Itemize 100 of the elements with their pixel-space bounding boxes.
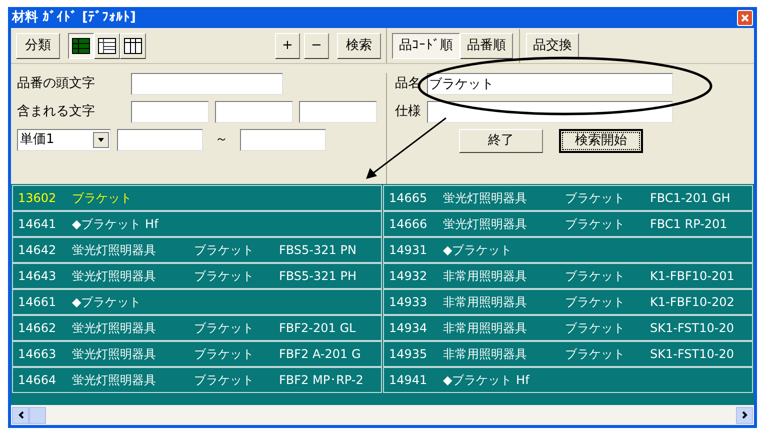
item-text: ブラケット <box>565 268 626 285</box>
sort-button[interactable]: 品番順 <box>460 32 513 58</box>
grid-icon <box>72 38 90 54</box>
item-text: ◆ブラケット <box>443 242 514 259</box>
input-field[interactable] <box>117 129 203 151</box>
item-text: ブラケット <box>565 294 626 311</box>
item-text: ブラケット <box>194 346 255 363</box>
close-icon <box>741 14 749 22</box>
item-text: SK1-FST10-20 <box>650 346 734 363</box>
input-field[interactable] <box>240 129 326 151</box>
item-text: FBF2 A-201 G <box>279 346 361 363</box>
item-text: FBF2 MP･RP-2 <box>279 372 364 389</box>
start-search-button[interactable]: 検索開始 <box>559 129 643 153</box>
item-text: 非常用照明器具 <box>443 320 528 337</box>
result-row[interactable]: 14934 非常用照明器具 ブラケット SK1-FST10-20 <box>383 315 753 341</box>
price-select[interactable]: 単価1 <box>17 129 111 151</box>
horizontal-scrollbar[interactable] <box>11 405 754 425</box>
dropdown-icon <box>93 132 109 148</box>
item-code: 14663 <box>18 346 58 363</box>
result-row[interactable]: 14666 蛍光灯照明器具 ブラケット FBC1 RP-201 <box>383 211 753 237</box>
item-text: FBC1-201 GH <box>650 190 730 207</box>
item-code: 14941 <box>389 372 428 389</box>
search-button[interactable]: 検索 <box>337 32 381 58</box>
input-field[interactable] <box>299 101 377 123</box>
item-code: 14935 <box>389 346 428 363</box>
close-button[interactable] <box>737 10 753 26</box>
result-row[interactable]: 14661 ◆ブラケット <box>12 289 382 315</box>
item-text: 蛍光灯照明器具 <box>443 190 528 207</box>
view-button[interactable] <box>68 32 94 58</box>
item-text: FBC1 RP-201 <box>650 216 728 233</box>
window-title: 材料 ｶﾞｲﾄﾞ [ﾃﾞﾌｫﾙﾄ] <box>12 8 136 27</box>
item-text: 蛍光灯照明器具 <box>72 346 157 363</box>
item-text: ブラケット <box>565 346 626 363</box>
item-code: 14933 <box>389 294 428 311</box>
item-code: 14643 <box>18 268 58 285</box>
item-text: ブラケット <box>565 216 626 233</box>
classify-button[interactable]: 分類 <box>16 32 60 58</box>
input-field[interactable] <box>131 73 283 95</box>
item-text: ブラケット <box>194 372 255 389</box>
item-code: 14664 <box>18 372 58 389</box>
result-row[interactable]: 14935 非常用照明器具 ブラケット SK1-FST10-20 <box>383 341 753 367</box>
columns-icon <box>124 38 142 54</box>
field-label: 仕様 <box>395 103 422 122</box>
result-row[interactable]: 13602 ブラケット <box>12 185 382 211</box>
exit-button[interactable]: 終了 <box>459 129 543 153</box>
item-text: K1-FBF10-201 <box>650 268 734 285</box>
item-code: 14666 <box>389 216 428 233</box>
result-row[interactable]: 14641 ◆ブラケット Hf <box>12 211 382 237</box>
result-row[interactable]: 14933 非常用照明器具 ブラケット K1-FBF10-202 <box>383 289 753 315</box>
item-text: ◆ブラケット Hf <box>72 216 160 233</box>
item-text: K1-FBF10-202 <box>650 294 734 311</box>
item-text: ブラケット <box>565 190 626 207</box>
result-row[interactable]: 14665 蛍光灯照明器具 ブラケット FBC1-201 GH <box>383 185 753 211</box>
minus-button[interactable]: − <box>304 32 329 58</box>
result-row[interactable]: 14663 蛍光灯照明器具 ブラケット FBF2 A-201 G <box>12 341 382 367</box>
sort-button[interactable]: 品ｺｰﾄﾞ順 <box>392 32 460 58</box>
item-code: 14665 <box>389 190 428 207</box>
result-row[interactable]: 14643 蛍光灯照明器具 ブラケット FBS5-321 PH <box>12 263 382 289</box>
result-row[interactable]: 14662 蛍光灯照明器具 ブラケット FBF2-201 GL <box>12 315 382 341</box>
item-text: 蛍光灯照明器具 <box>72 372 157 389</box>
item-text: ブラケット <box>565 320 626 337</box>
field-label: 含まれる文字 <box>17 103 96 122</box>
item-code: 13602 <box>18 190 58 207</box>
item-text: FBS5-321 PH <box>279 268 356 285</box>
result-row[interactable]: 14931 ◆ブラケット <box>383 237 753 263</box>
item-text: 蛍光灯照明器具 <box>72 268 157 285</box>
result-row[interactable]: 14664 蛍光灯照明器具 ブラケット FBF2 MP･RP-2 <box>12 367 382 393</box>
item-text: 非常用照明器具 <box>443 294 528 311</box>
range-separator: ～ <box>214 131 229 150</box>
list-icon <box>98 38 116 54</box>
name-field[interactable]: ブラケット <box>427 73 673 95</box>
item-text: ◆ブラケット <box>72 294 142 311</box>
input-field[interactable] <box>215 101 293 123</box>
item-text: 蛍光灯照明器具 <box>72 242 157 259</box>
scroll-right-button[interactable] <box>736 406 753 424</box>
item-code: 14932 <box>389 268 428 285</box>
item-text: ブラケット <box>194 242 255 259</box>
scroll-thumb[interactable] <box>29 406 46 424</box>
item-text: ブラケット <box>72 190 133 207</box>
item-text: 非常用照明器具 <box>443 268 528 285</box>
item-code: 14931 <box>389 242 428 259</box>
result-row[interactable]: 14932 非常用照明器具 ブラケット K1-FBF10-201 <box>383 263 753 289</box>
item-text: FBS5-321 PN <box>279 242 356 259</box>
result-row[interactable]: 14642 蛍光灯照明器具 ブラケット FBS5-321 PN <box>12 237 382 263</box>
field-label: 品番の頭文字 <box>17 75 96 94</box>
item-text: ◆ブラケット Hf <box>443 372 531 389</box>
item-code: 14934 <box>389 320 428 337</box>
item-text: 蛍光灯照明器具 <box>72 320 157 337</box>
plus-button[interactable]: + <box>275 32 300 58</box>
scroll-left-button[interactable] <box>12 406 29 424</box>
item-code: 14662 <box>18 320 58 337</box>
item-text: ブラケット <box>194 268 255 285</box>
result-row[interactable]: 14941 ◆ブラケット Hf <box>383 367 753 393</box>
swap-button[interactable]: 品交換 <box>526 32 579 58</box>
item-text: FBF2-201 GL <box>279 320 356 337</box>
item-code: 14642 <box>18 242 58 259</box>
item-code: 14661 <box>18 294 58 311</box>
item-text: 蛍光灯照明器具 <box>443 216 528 233</box>
input-field[interactable] <box>131 101 209 123</box>
item-text: SK1-FST10-20 <box>650 320 734 337</box>
